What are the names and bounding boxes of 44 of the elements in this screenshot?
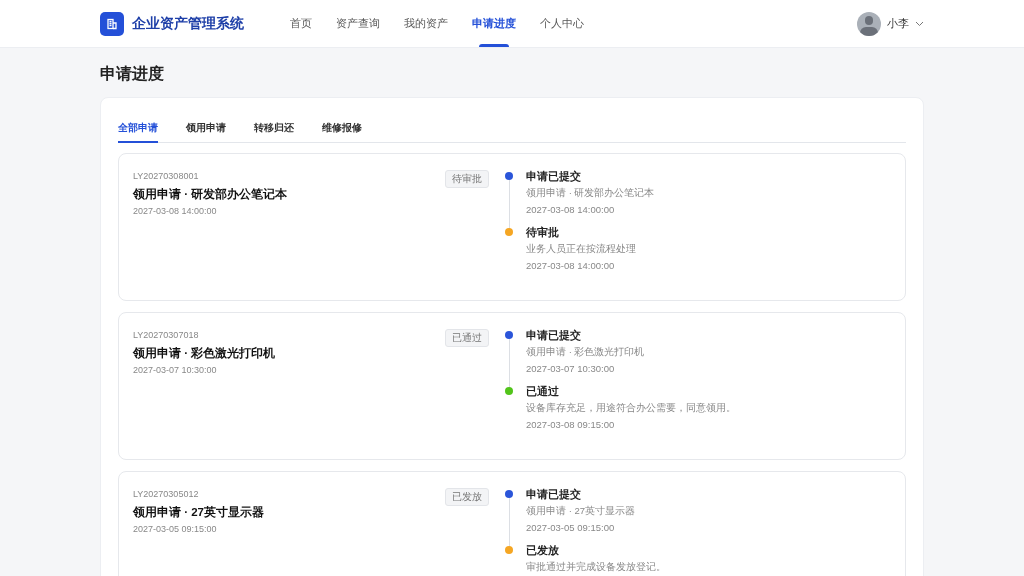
status-tag: 已通过 — [445, 329, 489, 347]
event-title: 申请已提交 — [526, 170, 582, 183]
event-title: 申请已提交 — [526, 329, 582, 342]
event-time: 2027-03-05 09:15:00 — [526, 521, 616, 534]
event-time: 2027-03-08 14:00:00 — [526, 259, 616, 272]
status-tag: 已发放 — [445, 488, 489, 506]
application-id: LY20270305012 — [133, 488, 200, 501]
event-title: 已通过 — [526, 385, 560, 398]
event-detail: 领用申请 · 27英寸显示器 — [526, 504, 635, 517]
chevron-down-icon[interactable] — [915, 20, 924, 27]
avatar[interactable] — [857, 11, 881, 36]
event-detail: 设备库存充足，用途符合办公需要，同意领用。 — [526, 401, 736, 414]
event-detail: 审批通过并完成设备发放登记。 — [526, 560, 666, 573]
application-time: 2027-03-07 10:30:00 — [133, 364, 218, 377]
event-title: 待审批 — [526, 226, 560, 239]
nav-tab[interactable]: 申请进度 — [460, 0, 528, 47]
user-name[interactable]: 小李 — [887, 15, 909, 32]
status-tag: 待审批 — [445, 170, 489, 188]
app-title: 企业资产管理系统 — [132, 14, 244, 33]
event-title: 申请已提交 — [526, 488, 582, 501]
application-id: LY20270307018 — [133, 329, 200, 342]
application-title: 领用申请 · 27英寸显示器 — [133, 505, 264, 520]
event-detail: 领用申请 · 彩色激光打印机 — [526, 345, 645, 358]
event-time: 2027-03-08 14:00:00 — [526, 203, 616, 216]
application-title: 领用申请 · 彩色激光打印机 — [133, 346, 276, 361]
filter-tab[interactable]: 维修报修 — [322, 120, 362, 143]
event-title: 已发放 — [526, 544, 560, 557]
event-detail: 领用申请 · 研发部办公笔记本 — [526, 186, 655, 199]
application-time: 2027-03-08 14:00:00 — [133, 205, 218, 218]
application-time: 2027-03-05 09:15:00 — [133, 523, 218, 536]
event-time: 2027-03-08 09:15:00 — [526, 418, 616, 431]
nav-tab[interactable]: 个人中心 — [528, 0, 596, 47]
nav-tab[interactable]: 资产查询 — [324, 0, 392, 47]
filter-tab[interactable]: 领用申请 — [186, 120, 226, 143]
event-time: 2027-03-07 10:30:00 — [526, 362, 616, 375]
application-id: LY20270308001 — [133, 170, 200, 183]
nav-tab[interactable]: 我的资产 — [392, 0, 460, 47]
application-title: 领用申请 · 研发部办公笔记本 — [133, 187, 288, 202]
page-title: 申请进度 — [100, 64, 165, 84]
building-icon — [100, 11, 124, 36]
filter-tab[interactable]: 全部申请 — [118, 120, 158, 143]
filter-tab[interactable]: 转移归还 — [254, 120, 294, 143]
nav-tab[interactable]: 首页 — [278, 0, 324, 47]
event-detail: 业务人员正在按流程处理 — [526, 242, 636, 255]
